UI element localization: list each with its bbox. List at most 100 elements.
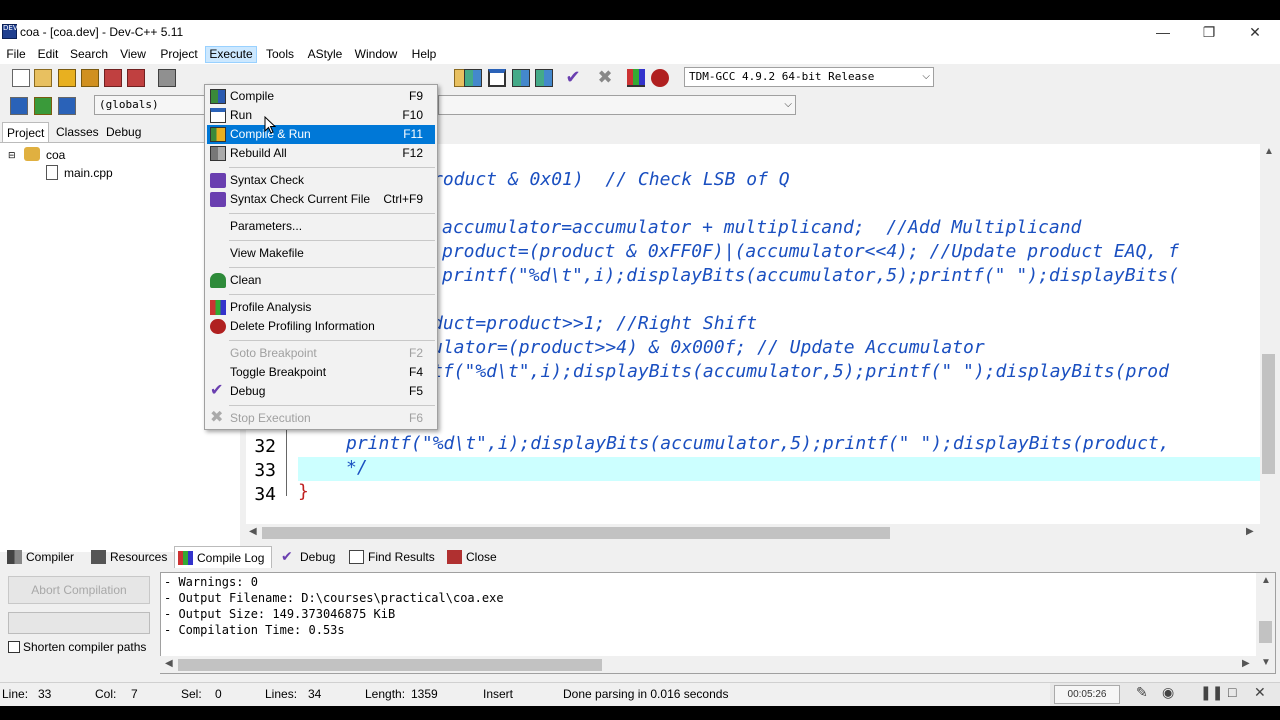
close-icon[interactable]: ✕ — [1254, 684, 1266, 701]
menu-item-label: Toggle Breakpoint — [230, 365, 327, 379]
tab-classes[interactable]: Classes — [52, 122, 103, 142]
tab-close[interactable]: Close — [444, 546, 500, 568]
menu-help[interactable]: Help — [409, 46, 439, 63]
menu-item-run[interactable]: Run F10 — [207, 106, 435, 125]
scroll-thumb[interactable] — [1262, 354, 1275, 474]
class-toolbar: (globals) ⌵ — [0, 92, 1280, 120]
scroll-thumb[interactable] — [178, 659, 602, 671]
scroll-left-icon[interactable]: ◀ — [249, 526, 257, 537]
menu-edit[interactable]: Edit — [34, 46, 62, 63]
menu-item-compile-run[interactable]: Compile & Run F11 — [207, 125, 435, 144]
new-file-icon[interactable] — [12, 69, 30, 87]
menu-search[interactable]: Search — [68, 46, 110, 63]
chart-icon — [178, 551, 193, 565]
insert-icon[interactable] — [10, 97, 28, 115]
scroll-thumb[interactable] — [262, 527, 890, 539]
menu-item-profile-analysis[interactable]: Profile Analysis — [207, 298, 435, 317]
log-line: - Compilation Time: 0.53s — [164, 623, 345, 637]
syntax-check-file-icon — [210, 192, 226, 207]
tab-find-results[interactable]: Find Results — [346, 546, 438, 568]
menu-project[interactable]: Project — [157, 46, 201, 63]
scope-select[interactable]: (globals) — [94, 95, 208, 115]
scroll-left-icon[interactable]: ◀ — [165, 658, 173, 669]
menu-window[interactable]: Window — [352, 46, 400, 63]
menu-item-rebuild-all[interactable]: Rebuild All F12 — [207, 144, 435, 163]
menu-item-parameters[interactable]: Parameters... — [207, 217, 435, 236]
menu-separator — [229, 213, 435, 214]
scroll-right-icon[interactable]: ▶ — [1242, 658, 1250, 669]
tree-item-project[interactable]: coa — [46, 147, 65, 163]
close-all-icon[interactable] — [127, 69, 145, 87]
tab-project[interactable]: Project — [2, 122, 50, 142]
run-icon[interactable] — [488, 69, 506, 87]
menu-item-view-makefile[interactable]: View Makefile — [207, 244, 435, 263]
menu-item-debug[interactable]: ✔ Debug F5 — [207, 382, 435, 401]
scroll-down-icon[interactable]: ▼ — [1261, 657, 1271, 668]
pause-icon[interactable]: ❚❚ — [1200, 684, 1223, 701]
collapse-icon[interactable]: ⊟ — [8, 147, 16, 163]
minimize-icon[interactable]: — — [1140, 20, 1186, 44]
toggle-bookmark-icon[interactable] — [34, 97, 52, 115]
menu-item-label: Clean — [230, 273, 262, 287]
stop-execution-icon: ✖ — [210, 409, 224, 426]
menu-item-label: View Makefile — [230, 246, 304, 260]
compile-run-icon[interactable] — [512, 69, 530, 87]
pen-icon[interactable]: ✎ — [1136, 684, 1148, 701]
shorten-paths-checkbox[interactable]: Shorten compiler paths — [8, 640, 146, 654]
menu-item-clean[interactable]: Clean — [207, 271, 435, 290]
cpp-file-icon — [46, 165, 58, 180]
compile-icon[interactable] — [464, 69, 482, 87]
menu-item-delete-profiling[interactable]: Delete Profiling Information — [207, 317, 435, 336]
tab-label: Compiler — [26, 550, 75, 564]
code-line: ulator=(product>>4) & 0x000f; // Update … — [432, 337, 985, 358]
profile-chart-icon[interactable] — [627, 69, 645, 87]
devcpp-app-icon[interactable]: DEV — [2, 24, 18, 39]
save-icon[interactable] — [58, 69, 76, 87]
editor-vertical-scrollbar[interactable]: ▲ — [1260, 144, 1277, 528]
goto-bookmark-icon[interactable] — [58, 97, 76, 115]
scroll-up-icon[interactable]: ▲ — [1261, 575, 1271, 586]
tab-resources[interactable]: Resources — [88, 546, 168, 568]
compiler-select[interactable]: TDM-GCC 4.9.2 64-bit Release ⌵ — [684, 67, 934, 87]
checkbox-icon[interactable] — [8, 641, 20, 653]
menu-file[interactable]: File — [2, 46, 30, 63]
stop-execution-icon[interactable]: ✖ — [596, 68, 614, 87]
open-file-icon[interactable] — [34, 69, 52, 87]
tab-debug-output[interactable]: ✔ Debug — [278, 546, 340, 568]
menu-item-syntax-check-current[interactable]: Syntax Check Current File Ctrl+F9 — [207, 190, 435, 209]
delete-profile-icon[interactable] — [651, 69, 669, 87]
camera-icon[interactable]: ◉ — [1162, 684, 1174, 701]
tab-debug[interactable]: Debug — [102, 122, 145, 142]
compile-icon — [210, 89, 226, 104]
code-line: duct=product>>1; //Right Shift — [432, 313, 758, 334]
scroll-right-icon[interactable]: ▶ — [1246, 526, 1254, 537]
print-icon[interactable] — [158, 69, 176, 87]
close-file-icon[interactable] — [104, 69, 122, 87]
scroll-thumb[interactable] — [1259, 621, 1272, 643]
restore-icon[interactable]: ❐ — [1186, 20, 1232, 44]
stop-icon[interactable]: □ — [1228, 684, 1236, 700]
menu-item-syntax-check[interactable]: Syntax Check — [207, 171, 435, 190]
menu-execute[interactable]: Execute — [205, 46, 257, 63]
close-window-icon[interactable]: ✕ — [1232, 20, 1278, 44]
status-col-label: Col: — [95, 687, 117, 701]
menu-tools[interactable]: Tools — [263, 46, 297, 63]
log-horizontal-scrollbar[interactable]: ◀ ▶ — [160, 656, 1256, 673]
menu-astyle[interactable]: AStyle — [304, 46, 346, 63]
editor-horizontal-scrollbar[interactable]: ◀ ▶ — [246, 524, 1260, 541]
save-all-icon[interactable] — [81, 69, 99, 87]
log-line: - Warnings: 0 — [164, 575, 258, 589]
tab-compiler[interactable]: Compiler — [4, 546, 82, 568]
rebuild-icon[interactable] — [535, 69, 553, 87]
tab-label: Close — [466, 550, 497, 564]
function-select[interactable]: ⌵ — [438, 95, 796, 115]
debug-check-icon[interactable]: ✔ — [564, 68, 582, 87]
log-vertical-scrollbar[interactable]: ▲ ▼ — [1256, 573, 1275, 673]
abort-compilation-button[interactable]: Abort Compilation — [8, 576, 150, 604]
menu-item-toggle-breakpoint[interactable]: Toggle Breakpoint F4 — [207, 363, 435, 382]
menu-item-compile[interactable]: Compile F9 — [207, 87, 435, 106]
menu-view[interactable]: View — [117, 46, 149, 63]
tab-compile-log[interactable]: Compile Log — [174, 546, 272, 568]
scroll-up-icon[interactable]: ▲ — [1264, 146, 1274, 157]
tree-item-main-cpp[interactable]: main.cpp — [64, 165, 113, 181]
